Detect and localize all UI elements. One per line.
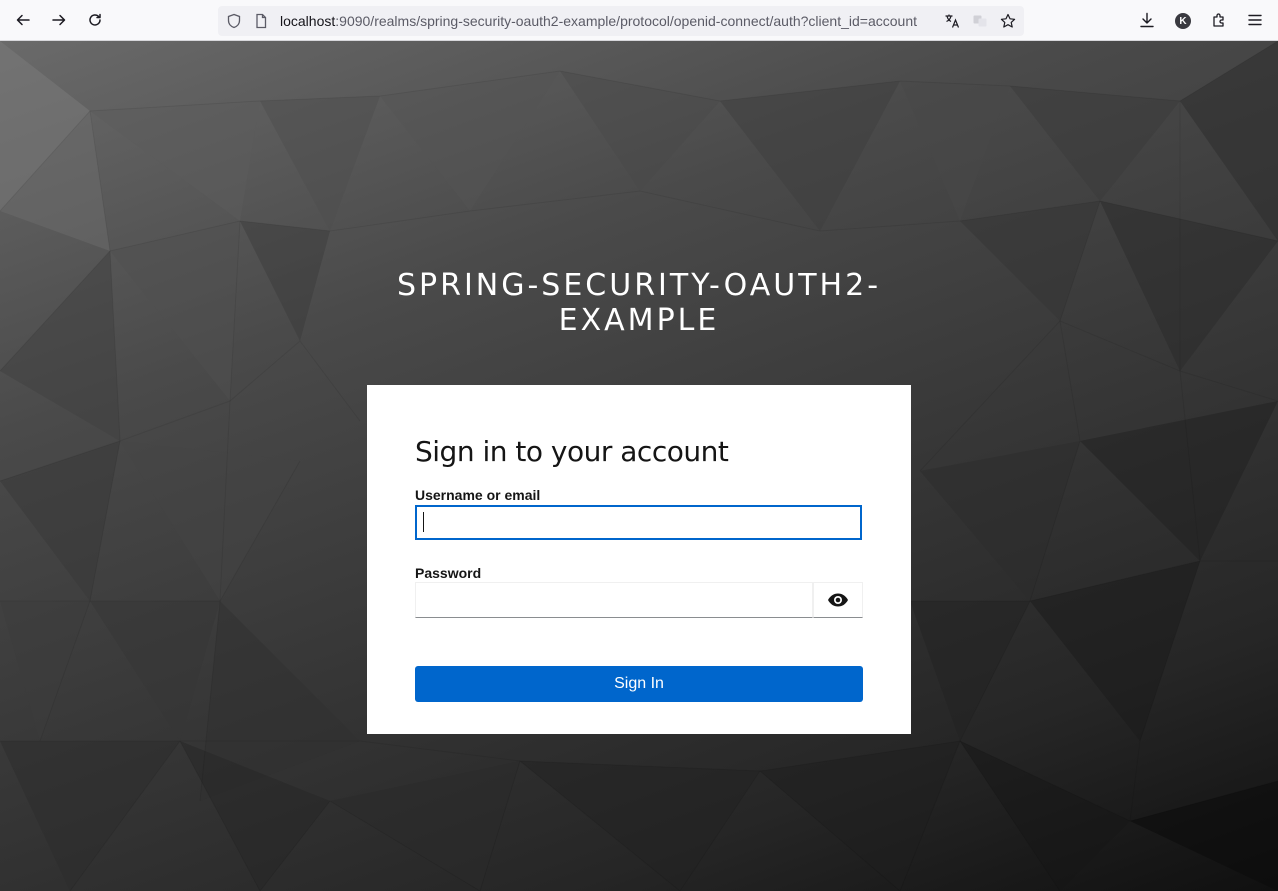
url-path: :9090/realms/spring-security-oauth2-exam… [335,13,917,29]
forward-icon[interactable] [45,6,73,34]
url-text[interactable]: localhost:9090/realms/spring-security-oa… [280,13,935,29]
url-host: localhost [280,13,336,29]
password-input[interactable] [415,582,813,618]
realm-title: SPRING-SECURITY-OAUTH2- EXAMPLE [339,268,939,338]
extensions-icon[interactable] [1205,6,1233,34]
browser-toolbar: localhost:9090/realms/spring-security-oa… [0,0,1278,41]
text-caret [423,512,424,532]
shield-icon[interactable] [226,13,242,29]
password-label: Password [415,565,482,581]
username-label: Username or email [415,487,541,503]
profile-avatar[interactable]: K [1175,13,1191,29]
login-card: Sign in to your account Username or emai… [367,385,911,734]
address-bar[interactable]: localhost:9090/realms/spring-security-oa… [218,6,1024,36]
sign-in-button[interactable]: Sign In [415,666,863,702]
login-page: SPRING-SECURITY-OAUTH2- EXAMPLE Sign in … [0,41,1278,891]
bookmark-star-icon[interactable] [1000,13,1016,29]
back-icon[interactable] [9,6,37,34]
page-icon[interactable] [253,13,269,29]
menu-icon[interactable] [1241,6,1269,34]
eye-icon [828,593,848,607]
reader-translate-icon[interactable] [972,13,988,29]
realm-title-line1: SPRING-SECURITY-OAUTH2- [396,268,882,303]
page-title: Sign in to your account [415,435,729,468]
show-password-button[interactable] [813,582,863,618]
realm-title-line2: EXAMPLE [558,303,720,338]
username-input[interactable] [415,505,862,540]
translate-icon[interactable] [944,13,960,29]
reload-icon[interactable] [81,6,109,34]
downloads-icon[interactable] [1133,6,1161,34]
password-group [415,582,863,618]
